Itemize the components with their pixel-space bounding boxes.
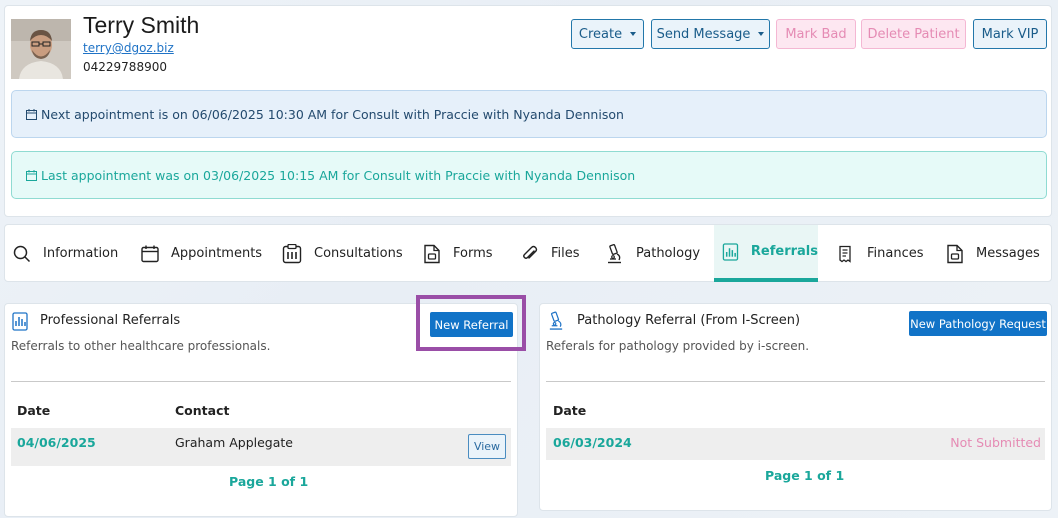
- tab-messages[interactable]: Messages: [946, 225, 1040, 282]
- pagination-label: Page 1 of 1: [765, 468, 845, 483]
- tab-label: Finances: [867, 246, 924, 261]
- last-appointment-text: Last appointment was on 03/06/2025 10:15…: [41, 167, 636, 183]
- form-icon: [424, 244, 440, 263]
- pathology-referral-card: Pathology Referral (From I-Screen) Refer…: [539, 303, 1052, 511]
- mark-vip-button[interactable]: Mark VIP: [973, 19, 1047, 49]
- new-pathology-request-button[interactable]: New Pathology Request: [909, 311, 1047, 336]
- referral-contact: Graham Applegate: [175, 435, 293, 450]
- professional-referrals-card: Professional Referrals Referrals to othe…: [4, 303, 518, 517]
- patient-phone: 04229788900: [83, 60, 167, 74]
- tab-referrals[interactable]: Referrals: [714, 225, 818, 282]
- tab-information[interactable]: Information: [13, 225, 118, 282]
- tab-label: Messages: [976, 246, 1040, 261]
- tab-label: Information: [43, 246, 119, 261]
- calendar-icon: [26, 108, 37, 120]
- caret-down-icon: [630, 32, 637, 36]
- panel-divider: [11, 381, 511, 382]
- tab-files[interactable]: Files: [521, 225, 580, 282]
- tab-label: Forms: [453, 246, 493, 261]
- send-message-button-label: Send Message: [656, 26, 751, 42]
- pathology-referral-description: Referals for pathology provided by i-scr…: [546, 339, 810, 353]
- pathology-referral-title: Pathology Referral (From I-Screen): [577, 313, 801, 328]
- create-button-label: Create: [578, 26, 623, 42]
- tab-consultations[interactable]: Consultations: [282, 225, 403, 282]
- tab-label: Referrals: [750, 244, 818, 259]
- delete-patient-button[interactable]: Delete Patient: [861, 19, 966, 49]
- view-referral-button[interactable]: View: [468, 434, 506, 459]
- microscope-icon: [549, 311, 563, 330]
- professional-referrals-title: Professional Referrals: [40, 313, 181, 328]
- tab-forms[interactable]: Forms: [423, 225, 493, 282]
- panel-divider: [546, 381, 1045, 382]
- pagination-label: Page 1 of 1: [229, 474, 309, 489]
- caret-down-icon: [758, 32, 765, 36]
- tab-finances[interactable]: Finances: [837, 225, 924, 282]
- calendar-icon: [26, 169, 37, 181]
- patient-email-link[interactable]: terry@dgoz.biz: [83, 41, 174, 55]
- microscope-icon: [608, 243, 621, 263]
- clipboard-icon: [282, 243, 302, 263]
- tab-appointments[interactable]: Appointments: [141, 225, 262, 282]
- column-header-date: Date: [17, 403, 51, 418]
- message-icon: [947, 244, 963, 263]
- tab-label: Consultations: [314, 246, 403, 261]
- chart-document-icon: [722, 242, 739, 261]
- column-header-date: Date: [553, 403, 587, 418]
- patient-header-card: Terry Smith terry@dgoz.biz 04229788900 C…: [4, 5, 1052, 217]
- chart-document-icon: [12, 312, 28, 331]
- tab-label: Appointments: [171, 246, 263, 261]
- tab-label: Pathology: [636, 246, 701, 261]
- mark-bad-button[interactable]: Mark Bad: [776, 19, 856, 49]
- receipt-icon: [839, 245, 851, 263]
- tab-pathology[interactable]: Pathology: [605, 225, 700, 282]
- paperclip-icon: [523, 245, 538, 259]
- next-appointment-alert: Next appointment is on 06/06/2025 10:30 …: [11, 90, 1047, 138]
- calendar-icon: [141, 245, 159, 262]
- pathology-status: Not Submitted: [950, 435, 1041, 450]
- patient-avatar: [11, 19, 71, 79]
- pathology-date: 06/03/2024: [553, 435, 632, 450]
- column-header-contact: Contact: [175, 403, 230, 418]
- professional-referrals-description: Referrals to other healthcare profession…: [11, 339, 271, 353]
- search-icon: [13, 245, 31, 262]
- referral-date: 04/06/2025: [17, 435, 96, 450]
- tab-label: Files: [551, 246, 580, 261]
- create-dropdown-button[interactable]: Create: [571, 19, 644, 49]
- patient-name: Terry Smith: [83, 12, 200, 38]
- send-message-dropdown-button[interactable]: Send Message: [651, 19, 770, 49]
- new-referral-button[interactable]: New Referral: [430, 312, 513, 337]
- patient-tabs: Information Appointments Consultations F…: [4, 224, 1052, 282]
- next-appointment-text: Next appointment is on 06/06/2025 10:30 …: [41, 106, 624, 122]
- last-appointment-alert: Last appointment was on 03/06/2025 10:15…: [11, 151, 1047, 199]
